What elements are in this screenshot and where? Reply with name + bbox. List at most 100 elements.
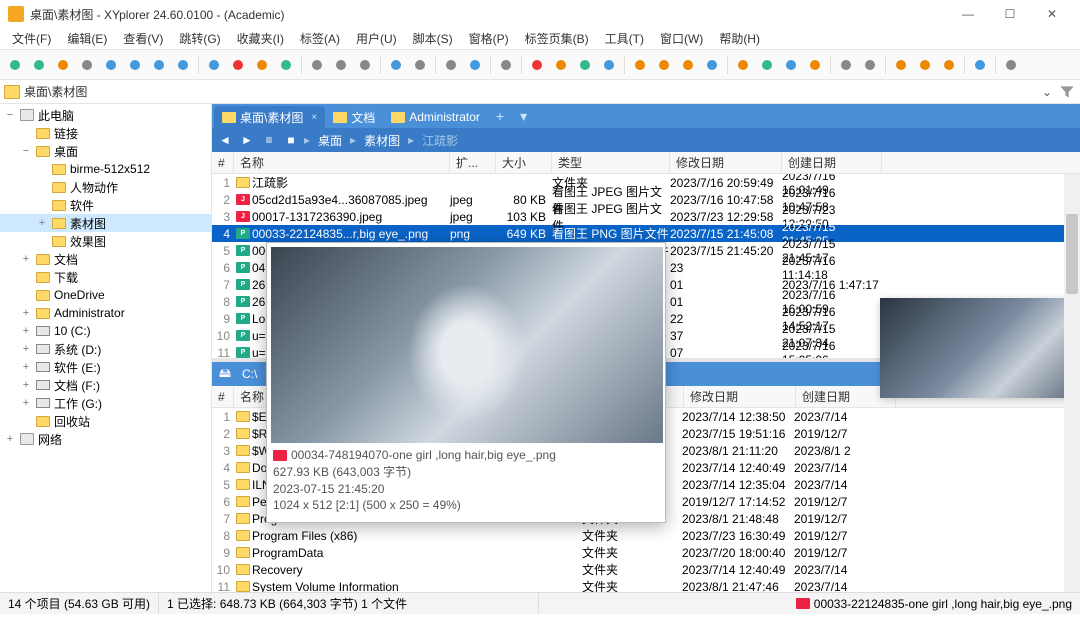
expand-icon[interactable]: + bbox=[20, 343, 32, 355]
toolbar-button[interactable] bbox=[172, 54, 194, 76]
toolbar-button[interactable] bbox=[1000, 54, 1022, 76]
column-header[interactable]: 名称 bbox=[234, 152, 450, 173]
menu-item[interactable]: 编辑(E) bbox=[59, 28, 115, 49]
toolbar-button[interactable] bbox=[914, 54, 936, 76]
toolbar-button[interactable] bbox=[440, 54, 462, 76]
toolbar-button[interactable] bbox=[251, 54, 273, 76]
menu-item[interactable]: 窗格(P) bbox=[461, 28, 517, 49]
column-header[interactable]: 大小 bbox=[496, 152, 552, 173]
toolbar-button[interactable] bbox=[124, 54, 146, 76]
menu-item[interactable]: 窗口(W) bbox=[652, 28, 711, 49]
nav-menu-icon[interactable]: ≡ bbox=[260, 131, 278, 149]
crumb-seg[interactable]: 素材图 bbox=[360, 132, 404, 149]
tree-item[interactable]: +文档 bbox=[0, 250, 211, 268]
expand-icon[interactable]: + bbox=[20, 361, 32, 373]
close-button[interactable]: ✕ bbox=[1032, 2, 1072, 26]
toolbar-button[interactable] bbox=[52, 54, 74, 76]
tree-item[interactable]: birme-512x512 bbox=[0, 160, 211, 178]
toolbar-button[interactable] bbox=[653, 54, 675, 76]
expand-icon[interactable]: + bbox=[20, 379, 32, 391]
toolbar-button[interactable] bbox=[330, 54, 352, 76]
menu-item[interactable]: 查看(V) bbox=[115, 28, 171, 49]
menu-item[interactable]: 脚本(S) bbox=[405, 28, 461, 49]
expand-icon[interactable]: − bbox=[4, 109, 16, 121]
expand-icon[interactable]: + bbox=[20, 253, 32, 265]
toolbar-button[interactable] bbox=[550, 54, 572, 76]
toolbar-button[interactable] bbox=[598, 54, 620, 76]
column-header[interactable]: 创建日期 bbox=[782, 152, 882, 173]
toolbar-button[interactable] bbox=[969, 54, 991, 76]
toolbar-button[interactable] bbox=[28, 54, 50, 76]
toolbar-button[interactable] bbox=[526, 54, 548, 76]
scrollbar-thumb[interactable] bbox=[1066, 214, 1078, 294]
column-header[interactable]: 修改日期 bbox=[670, 152, 782, 173]
expand-icon[interactable]: − bbox=[20, 145, 32, 157]
filter-icon[interactable] bbox=[1058, 83, 1076, 101]
toolbar-button[interactable] bbox=[4, 54, 26, 76]
file-row[interactable]: 9ProgramData文件夹2023/7/20 18:00:402019/12… bbox=[212, 544, 1080, 561]
menu-item[interactable]: 标签页集(B) bbox=[517, 28, 597, 49]
file-row[interactable]: 4P00033-22124835...r,big eye_.pngpng649 … bbox=[212, 225, 1080, 242]
toolbar-button[interactable] bbox=[495, 54, 517, 76]
toolbar-button[interactable] bbox=[804, 54, 826, 76]
breadcrumb[interactable]: ◄ ► ≡ ■ ▸ 桌面 ▸ 素材图 ▸ 江疏影 bbox=[212, 128, 1080, 152]
minimize-button[interactable]: — bbox=[948, 2, 988, 26]
menu-item[interactable]: 文件(F) bbox=[4, 28, 59, 49]
toolbar-button[interactable] bbox=[409, 54, 431, 76]
tree-item[interactable]: −桌面 bbox=[0, 142, 211, 160]
toolbar-button[interactable] bbox=[227, 54, 249, 76]
tree-item[interactable]: +10 (C:) bbox=[0, 322, 211, 340]
crumb2-text[interactable]: C:\ bbox=[238, 367, 261, 381]
toolbar-button[interactable] bbox=[385, 54, 407, 76]
tree-item[interactable]: 软件 bbox=[0, 196, 211, 214]
maximize-button[interactable]: ☐ bbox=[990, 2, 1030, 26]
toolbar-button[interactable] bbox=[677, 54, 699, 76]
toolbar-button[interactable] bbox=[203, 54, 225, 76]
tab[interactable]: Administrator bbox=[383, 106, 488, 128]
tree-item[interactable]: 下载 bbox=[0, 268, 211, 286]
tree-item[interactable]: +素材图 bbox=[0, 214, 211, 232]
menu-item[interactable]: 帮助(H) bbox=[711, 28, 768, 49]
toolbar-button[interactable] bbox=[574, 54, 596, 76]
addressbar[interactable]: 桌面\素材图 ⌄ bbox=[0, 80, 1080, 104]
tree-item[interactable]: +文档 (F:) bbox=[0, 376, 211, 394]
column-header[interactable]: 类型 bbox=[552, 152, 670, 173]
menu-item[interactable]: 跳转(G) bbox=[171, 28, 228, 49]
folder-tree[interactable]: −此电脑链接−桌面birme-512x512人物动作软件+素材图效果图+文档下载… bbox=[0, 104, 212, 592]
nav-fwd-icon[interactable]: ► bbox=[238, 131, 256, 149]
toolbar-button[interactable] bbox=[938, 54, 960, 76]
tree-item[interactable]: OneDrive bbox=[0, 286, 211, 304]
tree-item[interactable]: −此电脑 bbox=[0, 106, 211, 124]
tab-menu-button[interactable]: ▾ bbox=[512, 108, 535, 125]
tree-item[interactable]: +工作 (G:) bbox=[0, 394, 211, 412]
tree-item[interactable]: +网络 bbox=[0, 430, 211, 448]
column-headers-1[interactable]: #名称扩...大小类型修改日期创建日期 bbox=[212, 152, 1080, 174]
toolbar-button[interactable] bbox=[756, 54, 778, 76]
expand-icon[interactable]: + bbox=[36, 217, 48, 229]
toolbar-button[interactable] bbox=[890, 54, 912, 76]
column-header[interactable]: # bbox=[212, 152, 234, 173]
expand-icon[interactable]: + bbox=[20, 397, 32, 409]
tree-item[interactable]: 链接 bbox=[0, 124, 211, 142]
chevron-down-icon[interactable]: ⌄ bbox=[1036, 85, 1058, 99]
menu-item[interactable]: 收藏夹(I) bbox=[229, 28, 292, 49]
toolbar-button[interactable] bbox=[701, 54, 723, 76]
toolbar-button[interactable] bbox=[780, 54, 802, 76]
menu-item[interactable]: 标签(A) bbox=[292, 28, 348, 49]
file-row[interactable]: 8Program Files (x86)文件夹2023/7/23 16:30:4… bbox=[212, 527, 1080, 544]
scrollbar[interactable] bbox=[1064, 174, 1080, 592]
expand-icon[interactable]: + bbox=[20, 325, 32, 337]
nav-back-icon[interactable]: ◄ bbox=[216, 131, 234, 149]
crumb-ghost[interactable]: 江疏影 bbox=[418, 132, 462, 149]
column-header[interactable]: # bbox=[212, 386, 234, 407]
column-header[interactable]: 修改日期 bbox=[684, 386, 796, 407]
toolbar-button[interactable] bbox=[859, 54, 881, 76]
menu-item[interactable]: 工具(T) bbox=[597, 28, 652, 49]
toolbar-button[interactable] bbox=[148, 54, 170, 76]
toolbar-button[interactable] bbox=[354, 54, 376, 76]
tree-item[interactable]: 效果图 bbox=[0, 232, 211, 250]
column-header[interactable]: 扩... bbox=[450, 152, 496, 173]
tab[interactable]: 桌面\素材图× bbox=[214, 106, 325, 128]
tab[interactable]: 文档 bbox=[325, 106, 383, 128]
toolbar-button[interactable] bbox=[835, 54, 857, 76]
